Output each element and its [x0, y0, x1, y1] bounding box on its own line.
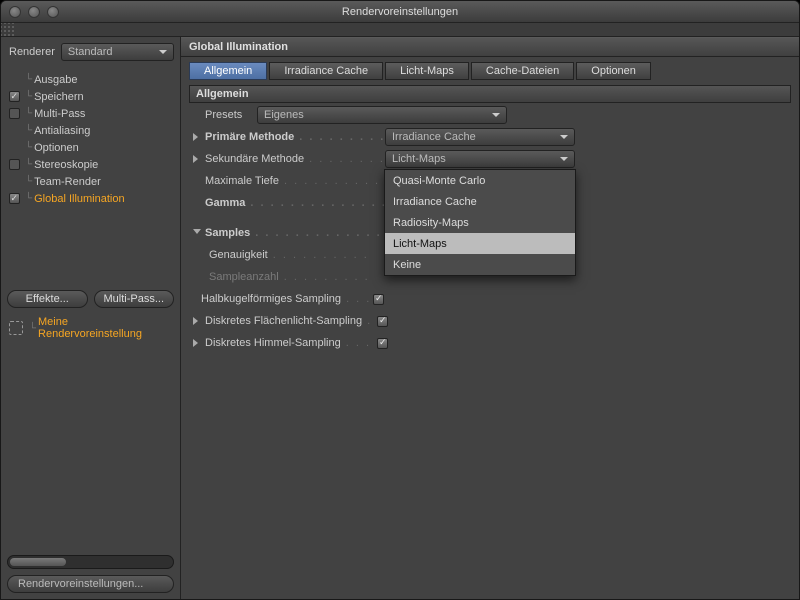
- preset-row[interactable]: └ Meine Rendervoreinstellung: [3, 318, 180, 338]
- secondary-method-menu: Quasi-Monte Carlo Irradiance Cache Radio…: [384, 169, 576, 276]
- sky-checkbox[interactable]: [377, 338, 388, 349]
- menu-item-radiosity[interactable]: Radiosity-Maps: [385, 212, 575, 233]
- tree-twig-icon: └: [25, 108, 32, 119]
- toolstrip: [1, 23, 799, 37]
- param-area: Diskretes Flächenlicht-Sampling: [193, 311, 791, 331]
- sky-label: Diskretes Himmel-Sampling: [205, 337, 377, 349]
- param-sky: Diskretes Himmel-Sampling: [193, 333, 791, 353]
- section-header: Allgemein: [189, 85, 791, 103]
- sidebar-item-stereoskopie[interactable]: └Stereoskopie: [1, 156, 180, 173]
- menu-item-irradiance[interactable]: Irradiance Cache: [385, 191, 575, 212]
- renderer-value: Standard: [68, 46, 113, 58]
- hemi-label: Halbkugelförmiges Sampling: [201, 293, 373, 305]
- sidebar-item-ausgabe[interactable]: └Ausgabe: [1, 71, 180, 88]
- area-checkbox[interactable]: [377, 316, 388, 327]
- checkbox-icon[interactable]: [9, 91, 20, 102]
- tree-twig-icon: └: [25, 74, 32, 85]
- tree-twig-icon: └: [25, 142, 32, 153]
- sidebar-item-optionen[interactable]: └Optionen: [1, 139, 180, 156]
- tab-allgemein[interactable]: Allgemein: [189, 62, 267, 80]
- gamma-label: Gamma: [205, 197, 385, 209]
- sidebar-item-teamrender[interactable]: └Team-Render: [1, 173, 180, 190]
- tree-twig-icon: └: [25, 125, 32, 136]
- accuracy-label: Genauigkeit: [209, 249, 373, 261]
- disclosure-right-icon[interactable]: [193, 317, 201, 325]
- preset-icon: [9, 321, 23, 335]
- disclosure-down-icon[interactable]: [193, 229, 201, 237]
- effects-button[interactable]: Effekte...: [7, 290, 88, 308]
- samples-label: Samples: [205, 227, 385, 239]
- tab-lichtmaps[interactable]: Licht-Maps: [385, 62, 469, 80]
- zoom-icon[interactable]: [47, 6, 59, 18]
- disclosure-right-icon[interactable]: [193, 339, 201, 347]
- tree-twig-icon: └: [25, 159, 32, 170]
- render-settings-window: Rendervoreinstellungen Renderer Standard…: [0, 0, 800, 600]
- presets-label: Presets: [205, 109, 257, 121]
- window-title: Rendervoreinstellungen: [1, 6, 799, 18]
- main-panel: Global Illumination Allgemein Irradiance…: [181, 37, 799, 599]
- menu-item-keine[interactable]: Keine: [385, 254, 575, 275]
- area-label: Diskretes Flächenlicht-Sampling: [205, 315, 377, 327]
- depth-label: Maximale Tiefe: [205, 175, 385, 187]
- minimize-icon[interactable]: [28, 6, 40, 18]
- horizontal-scrollbar[interactable]: [7, 555, 174, 569]
- tab-cachedateien[interactable]: Cache-Dateien: [471, 62, 574, 80]
- primary-label: Primäre Methode: [205, 131, 385, 143]
- multipass-button[interactable]: Multi-Pass...: [94, 290, 175, 308]
- samplecount-label: Sampleanzahl: [209, 271, 373, 283]
- sidebar-item-speichern[interactable]: └Speichern: [1, 88, 180, 105]
- panel-title: Global Illumination: [181, 37, 799, 57]
- renderer-label: Renderer: [9, 46, 55, 58]
- sidebar-item-multipass[interactable]: └Multi-Pass: [1, 105, 180, 122]
- titlebar: Rendervoreinstellungen: [1, 1, 799, 23]
- disclosure-right-icon[interactable]: [193, 133, 201, 141]
- renderer-dropdown[interactable]: Standard: [61, 43, 174, 61]
- effect-list: └Ausgabe └Speichern └Multi-Pass └Antiali…: [1, 69, 180, 284]
- menu-item-qmc[interactable]: Quasi-Monte Carlo: [385, 170, 575, 191]
- tree-twig-icon: └: [29, 323, 36, 334]
- tree-twig-icon: └: [25, 193, 32, 204]
- tree-twig-icon: └: [25, 91, 32, 102]
- window-controls: [9, 6, 59, 18]
- preset-label: Meine Rendervoreinstellung: [38, 316, 174, 340]
- close-icon[interactable]: [9, 6, 21, 18]
- param-hemi: Halbkugelförmiges Sampling: [201, 289, 791, 309]
- sidebar-item-antialiasing[interactable]: └Antialiasing: [1, 122, 180, 139]
- sidebar: Renderer Standard └Ausgabe └Speichern └M…: [1, 37, 181, 599]
- primary-method-dropdown[interactable]: Irradiance Cache: [385, 128, 575, 146]
- checkbox-icon[interactable]: [9, 159, 20, 170]
- grip-icon[interactable]: [1, 23, 15, 37]
- sidebar-item-gi[interactable]: └Global Illumination: [1, 190, 180, 207]
- checkbox-icon[interactable]: [9, 108, 20, 119]
- hemi-checkbox[interactable]: [373, 294, 384, 305]
- secondary-label: Sekundäre Methode: [205, 153, 385, 165]
- render-presets-button[interactable]: Rendervoreinstellungen...: [7, 575, 174, 593]
- menu-item-lichtmaps[interactable]: Licht-Maps: [385, 233, 575, 254]
- checkbox-icon[interactable]: [9, 193, 20, 204]
- presets-dropdown[interactable]: Eigenes: [257, 106, 507, 124]
- tab-irradiance[interactable]: Irradiance Cache: [269, 62, 383, 80]
- scrollbar-thumb[interactable]: [10, 558, 66, 566]
- tree-twig-icon: └: [25, 176, 32, 187]
- param-secondary: Sekundäre Methode Licht-Maps Quasi-Monte…: [193, 149, 791, 169]
- tab-bar: Allgemein Irradiance Cache Licht-Maps Ca…: [181, 57, 799, 85]
- param-primary: Primäre Methode Irradiance Cache: [193, 127, 791, 147]
- secondary-method-dropdown[interactable]: Licht-Maps: [385, 150, 575, 168]
- disclosure-right-icon[interactable]: [193, 155, 201, 163]
- tab-optionen[interactable]: Optionen: [576, 62, 651, 80]
- param-presets: Presets Eigenes: [193, 105, 791, 125]
